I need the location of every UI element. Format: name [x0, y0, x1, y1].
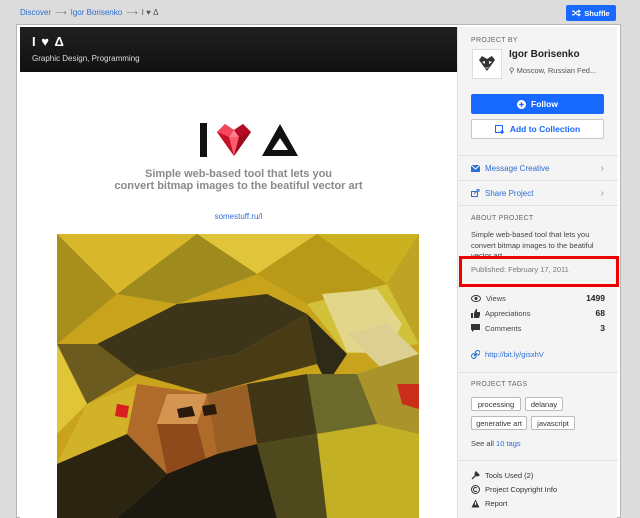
tagline-line: convert bitmap images to the beatiful ve…: [114, 180, 363, 192]
short-link[interactable]: http://bit.ly/gisxhV: [471, 348, 605, 360]
project-by-label: PROJECT BY: [471, 37, 518, 44]
lowpoly-portrait-image: [57, 234, 419, 518]
stat-value: 3: [600, 323, 605, 333]
share-project-link[interactable]: Share Project ›: [458, 181, 618, 205]
chevron-right-icon: ›: [600, 162, 604, 174]
divider: [458, 372, 618, 373]
short-link-text: http://bit.ly/gisxhV: [485, 349, 544, 359]
message-creative-link[interactable]: Message Creative ›: [458, 156, 618, 180]
thumbs-up-icon: [471, 308, 480, 318]
shuffle-label: Shuffle: [584, 8, 610, 18]
link-icon: [471, 349, 480, 359]
share-project-label: Share Project: [485, 188, 534, 198]
warning-icon: [471, 499, 480, 507]
see-all-tags-link[interactable]: 10 tags: [496, 439, 521, 448]
tagline-line: Simple web-based tool that lets you: [144, 168, 333, 180]
follow-label: Follow: [531, 99, 558, 109]
envelope-icon: [471, 164, 480, 172]
delta-triangle-icon: [262, 124, 298, 156]
project-logo: [200, 123, 299, 157]
breadcrumb-owner-link[interactable]: Igor Borisenko: [71, 8, 123, 17]
project-external-link[interactable]: somestuff.ru/l: [20, 212, 457, 221]
message-creative-label: Message Creative: [485, 163, 550, 173]
location-pin-icon: ⚲: [509, 66, 515, 75]
stat-appreciations: Appreciations 68: [471, 307, 605, 319]
owner-location-text: Moscow, Russian Fed...: [516, 66, 597, 75]
tools-icon: [471, 470, 480, 479]
stat-views: Views 1499: [471, 292, 605, 304]
stat-value: 1499: [586, 293, 605, 303]
tag-item[interactable]: processing: [471, 397, 521, 411]
owner-name[interactable]: Igor Borisenko: [509, 49, 580, 60]
project-fields: Graphic Design, Programming: [32, 54, 140, 63]
shuffle-icon: [572, 9, 582, 17]
highlight-box: [459, 256, 619, 287]
divider: [458, 460, 618, 461]
gem-heart-icon: [217, 124, 251, 156]
breadcrumb-discover-link[interactable]: Discover: [20, 8, 51, 17]
chevron-right-icon: ›: [600, 187, 604, 199]
breadcrumb: Discover ⟶ Igor Borisenko ⟶ I ♥ Δ: [20, 8, 158, 17]
stat-value: 68: [595, 308, 605, 318]
owner-avatar[interactable]: [472, 49, 502, 79]
stat-label: Comments: [485, 323, 522, 333]
logo-i-icon: [200, 123, 207, 157]
copyright-icon: [471, 484, 480, 494]
top-bar: Discover ⟶ Igor Borisenko ⟶ I ♥ Δ Shuffle: [0, 0, 640, 26]
copyright-info-item[interactable]: Project Copyright Info: [471, 483, 557, 495]
tag-item[interactable]: delanay: [525, 397, 563, 411]
report-item[interactable]: Report: [471, 497, 508, 509]
tools-used-item[interactable]: Tools Used (2): [471, 469, 533, 481]
owner-location: ⚲ Moscow, Russian Fed...: [509, 66, 596, 75]
tools-used-label: Tools Used (2): [485, 470, 534, 480]
follow-button[interactable]: Follow: [471, 94, 604, 114]
project-title: I ♥ Δ: [32, 34, 65, 49]
divider: [458, 205, 618, 206]
stat-label: Appreciations: [485, 308, 531, 318]
tag-item[interactable]: generative art: [471, 416, 527, 430]
project-content: Simple web-based tool that lets you conv…: [20, 72, 457, 518]
stat-label: Views: [486, 293, 506, 303]
see-all-prefix: See all: [471, 439, 497, 448]
breadcrumb-separator: ⟶: [126, 8, 138, 17]
add-to-collection-button[interactable]: Add to Collection: [471, 119, 604, 139]
owner-avatar-icon: [479, 56, 495, 71]
about-project-text: Simple web-based tool that lets you conv…: [471, 230, 594, 258]
about-project-label: ABOUT PROJECT: [471, 215, 534, 222]
project-tags-label: PROJECT TAGS: [471, 381, 528, 388]
breadcrumb-separator: ⟶: [55, 8, 67, 17]
project-header: I ♥ Δ Graphic Design, Programming: [20, 27, 457, 72]
eye-icon: [471, 294, 481, 302]
share-icon: [471, 189, 480, 197]
tag-item[interactable]: javascript: [531, 416, 575, 430]
project-tagline: Simple web-based tool that lets you conv…: [20, 168, 457, 192]
stat-comments: Comments 3: [471, 322, 605, 334]
add-to-collection-label: Add to Collection: [509, 124, 581, 134]
artwork-image: [57, 234, 419, 518]
see-all-tags: See all 10 tags: [471, 439, 521, 448]
plus-circle-icon: [517, 99, 527, 109]
comment-icon: [471, 324, 480, 332]
copyright-label: Project Copyright Info: [485, 484, 558, 494]
report-label: Report: [485, 498, 508, 508]
breadcrumb-current: I ♥ Δ: [141, 8, 159, 17]
collection-add-icon: [494, 124, 504, 134]
shuffle-button[interactable]: Shuffle: [566, 5, 616, 21]
